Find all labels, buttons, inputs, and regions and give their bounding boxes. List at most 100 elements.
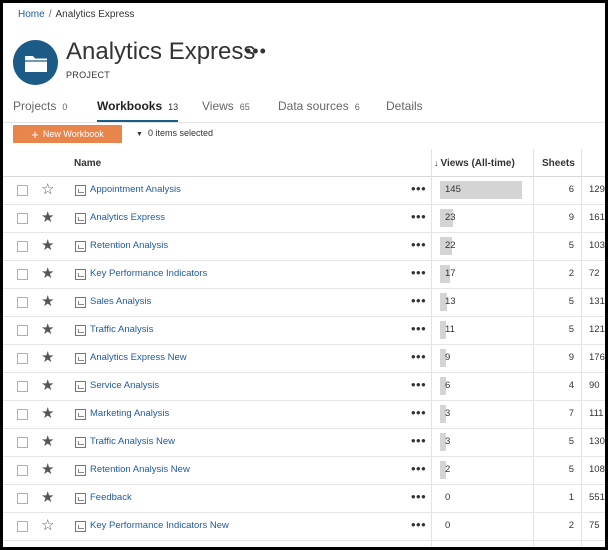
star-outline-icon[interactable]: ☆ xyxy=(41,181,54,198)
row-more-actions-icon[interactable]: ••• xyxy=(411,517,426,532)
row-more-actions-icon[interactable]: ••• xyxy=(411,433,426,448)
table-row[interactable]: ☆ Key Performance Indicators New ••• 0 2 75 xyxy=(3,513,605,541)
column-header-name[interactable]: Name xyxy=(74,158,101,169)
table-row[interactable]: ★ Analytics Express ••• 23 9 161 xyxy=(3,205,605,233)
row-checkbox[interactable] xyxy=(17,241,28,252)
row-checkbox[interactable] xyxy=(17,213,28,224)
table-row[interactable]: ★ Traffic Analysis ••• 11 5 121 xyxy=(3,317,605,345)
tab-workbooks-label: Workbooks xyxy=(97,99,163,113)
project-more-menu-icon[interactable]: ••• xyxy=(245,41,267,62)
workbook-name-link[interactable]: Service Analysis xyxy=(90,380,159,391)
table-row[interactable]: ☆ Appointment Analysis ••• 145 6 129 xyxy=(3,177,605,205)
table-row[interactable]: ★ Retention Analysis New ••• 2 5 108 xyxy=(3,457,605,485)
sheets-value: 5 xyxy=(568,324,574,335)
row-more-actions-icon[interactable]: ••• xyxy=(411,349,426,364)
row-more-actions-icon[interactable]: ••• xyxy=(411,181,426,196)
new-workbook-button[interactable]: + New Workbook xyxy=(13,125,122,143)
workbook-name-link[interactable]: Analytics Express New xyxy=(90,352,187,363)
workbook-name-link[interactable]: Key Performance Indicators xyxy=(90,268,207,279)
table-row[interactable]: ★ Retention Analysis ••• 22 5 103 xyxy=(3,233,605,261)
star-outline-icon[interactable]: ☆ xyxy=(41,517,54,534)
views-value: 3 xyxy=(445,436,451,447)
truncated-column-value: 121 xyxy=(589,324,605,335)
row-more-actions-icon[interactable]: ••• xyxy=(411,265,426,280)
workbook-name-link[interactable]: Sales Analysis xyxy=(90,296,151,307)
column-header-views[interactable]: ↓ Views (All-time) xyxy=(434,158,515,169)
row-more-actions-icon[interactable]: ••• xyxy=(411,321,426,336)
views-value: 6 xyxy=(445,380,451,391)
breadcrumb-home-link[interactable]: Home xyxy=(18,9,45,20)
sheets-value: 5 xyxy=(568,296,574,307)
views-value: 11 xyxy=(445,324,455,335)
workbook-name-link[interactable]: Retention Analysis New xyxy=(90,464,190,475)
workbook-name-link[interactable]: Analytics Express xyxy=(90,212,165,223)
truncated-column-value: 161 xyxy=(589,212,605,223)
table-row[interactable]: ★ Feedback ••• 0 1 551 xyxy=(3,485,605,513)
views-value: 3 xyxy=(445,408,451,419)
row-checkbox[interactable] xyxy=(17,381,28,392)
star-filled-icon[interactable]: ★ xyxy=(41,237,54,254)
table-row[interactable]: ★ Traffic Analysis New ••• 3 5 130 xyxy=(3,429,605,457)
workbook-name-link[interactable]: Traffic Analysis xyxy=(90,324,153,335)
truncated-column-value: 176 xyxy=(589,352,605,363)
row-checkbox[interactable] xyxy=(17,437,28,448)
row-more-actions-icon[interactable]: ••• xyxy=(411,237,426,252)
star-filled-icon[interactable]: ★ xyxy=(41,433,54,450)
row-more-actions-icon[interactable]: ••• xyxy=(411,377,426,392)
row-more-actions-icon[interactable]: ••• xyxy=(411,461,426,476)
star-filled-icon[interactable]: ★ xyxy=(41,377,54,394)
tab-views-label: Views xyxy=(202,99,234,113)
row-checkbox[interactable] xyxy=(17,297,28,308)
workbook-name-link[interactable]: Marketing Analysis xyxy=(90,408,169,419)
workbook-name-link[interactable]: Retention Analysis xyxy=(90,240,168,251)
star-filled-icon[interactable]: ★ xyxy=(41,293,54,310)
workbook-name-link[interactable]: Appointment Analysis xyxy=(90,184,181,195)
star-filled-icon[interactable]: ★ xyxy=(41,349,54,366)
sheets-value: 4 xyxy=(568,380,574,391)
workbook-icon xyxy=(75,269,86,280)
star-filled-icon[interactable]: ★ xyxy=(41,461,54,478)
tab-details-label: Details xyxy=(386,99,423,113)
row-checkbox[interactable] xyxy=(17,185,28,196)
star-filled-icon[interactable]: ★ xyxy=(41,489,54,506)
workbook-name-link[interactable]: Traffic Analysis New xyxy=(90,436,175,447)
truncated-column-value: 103 xyxy=(589,240,605,251)
table-row[interactable]: ★ Analytics Express New ••• 9 9 176 xyxy=(3,345,605,373)
star-filled-icon[interactable]: ★ xyxy=(41,405,54,422)
row-checkbox[interactable] xyxy=(17,325,28,336)
row-checkbox[interactable] xyxy=(17,409,28,420)
row-more-actions-icon[interactable]: ••• xyxy=(411,209,426,224)
workbook-icon xyxy=(75,493,86,504)
workbook-name-link[interactable]: Feedback xyxy=(90,492,132,503)
row-checkbox[interactable] xyxy=(17,269,28,280)
row-checkbox[interactable] xyxy=(17,521,28,532)
table-row[interactable]: ★ Marketing Analysis ••• 3 7 111 xyxy=(3,401,605,429)
star-filled-icon[interactable]: ★ xyxy=(41,209,54,226)
workbook-icon xyxy=(75,437,86,448)
sort-down-arrow-icon: ↓ xyxy=(434,158,439,168)
row-checkbox[interactable] xyxy=(17,493,28,504)
selection-dropdown[interactable]: ▼ 0 items selected xyxy=(136,128,213,138)
tab-projects[interactable]: Projects 0 xyxy=(13,99,67,123)
star-filled-icon[interactable]: ★ xyxy=(41,321,54,338)
row-checkbox[interactable] xyxy=(17,465,28,476)
row-more-actions-icon[interactable]: ••• xyxy=(411,489,426,504)
table-row[interactable]: ★ Sales Analysis ••• 13 5 131 xyxy=(3,289,605,317)
views-value: 0 xyxy=(445,520,451,531)
tab-data-sources[interactable]: Data sources 6 xyxy=(278,99,360,123)
row-more-actions-icon[interactable]: ••• xyxy=(411,293,426,308)
sheets-value: 7 xyxy=(568,408,574,419)
star-filled-icon[interactable]: ★ xyxy=(41,265,54,282)
workbook-name-link[interactable]: Key Performance Indicators New xyxy=(90,520,229,531)
sheets-value: 5 xyxy=(568,464,574,475)
row-more-actions-icon[interactable]: ••• xyxy=(411,405,426,420)
tab-views[interactable]: Views 65 xyxy=(202,99,250,123)
column-header-sheets[interactable]: Sheets xyxy=(542,158,575,169)
sheets-value: 2 xyxy=(568,268,574,279)
table-row[interactable]: ★ Service Analysis ••• 6 4 90 xyxy=(3,373,605,401)
row-checkbox[interactable] xyxy=(17,353,28,364)
table-row[interactable]: ★ Key Performance Indicators ••• 17 2 72 xyxy=(3,261,605,289)
tab-details[interactable]: Details xyxy=(386,99,423,123)
workbook-icon xyxy=(75,381,86,392)
tab-workbooks[interactable]: Workbooks 13 xyxy=(97,99,179,123)
